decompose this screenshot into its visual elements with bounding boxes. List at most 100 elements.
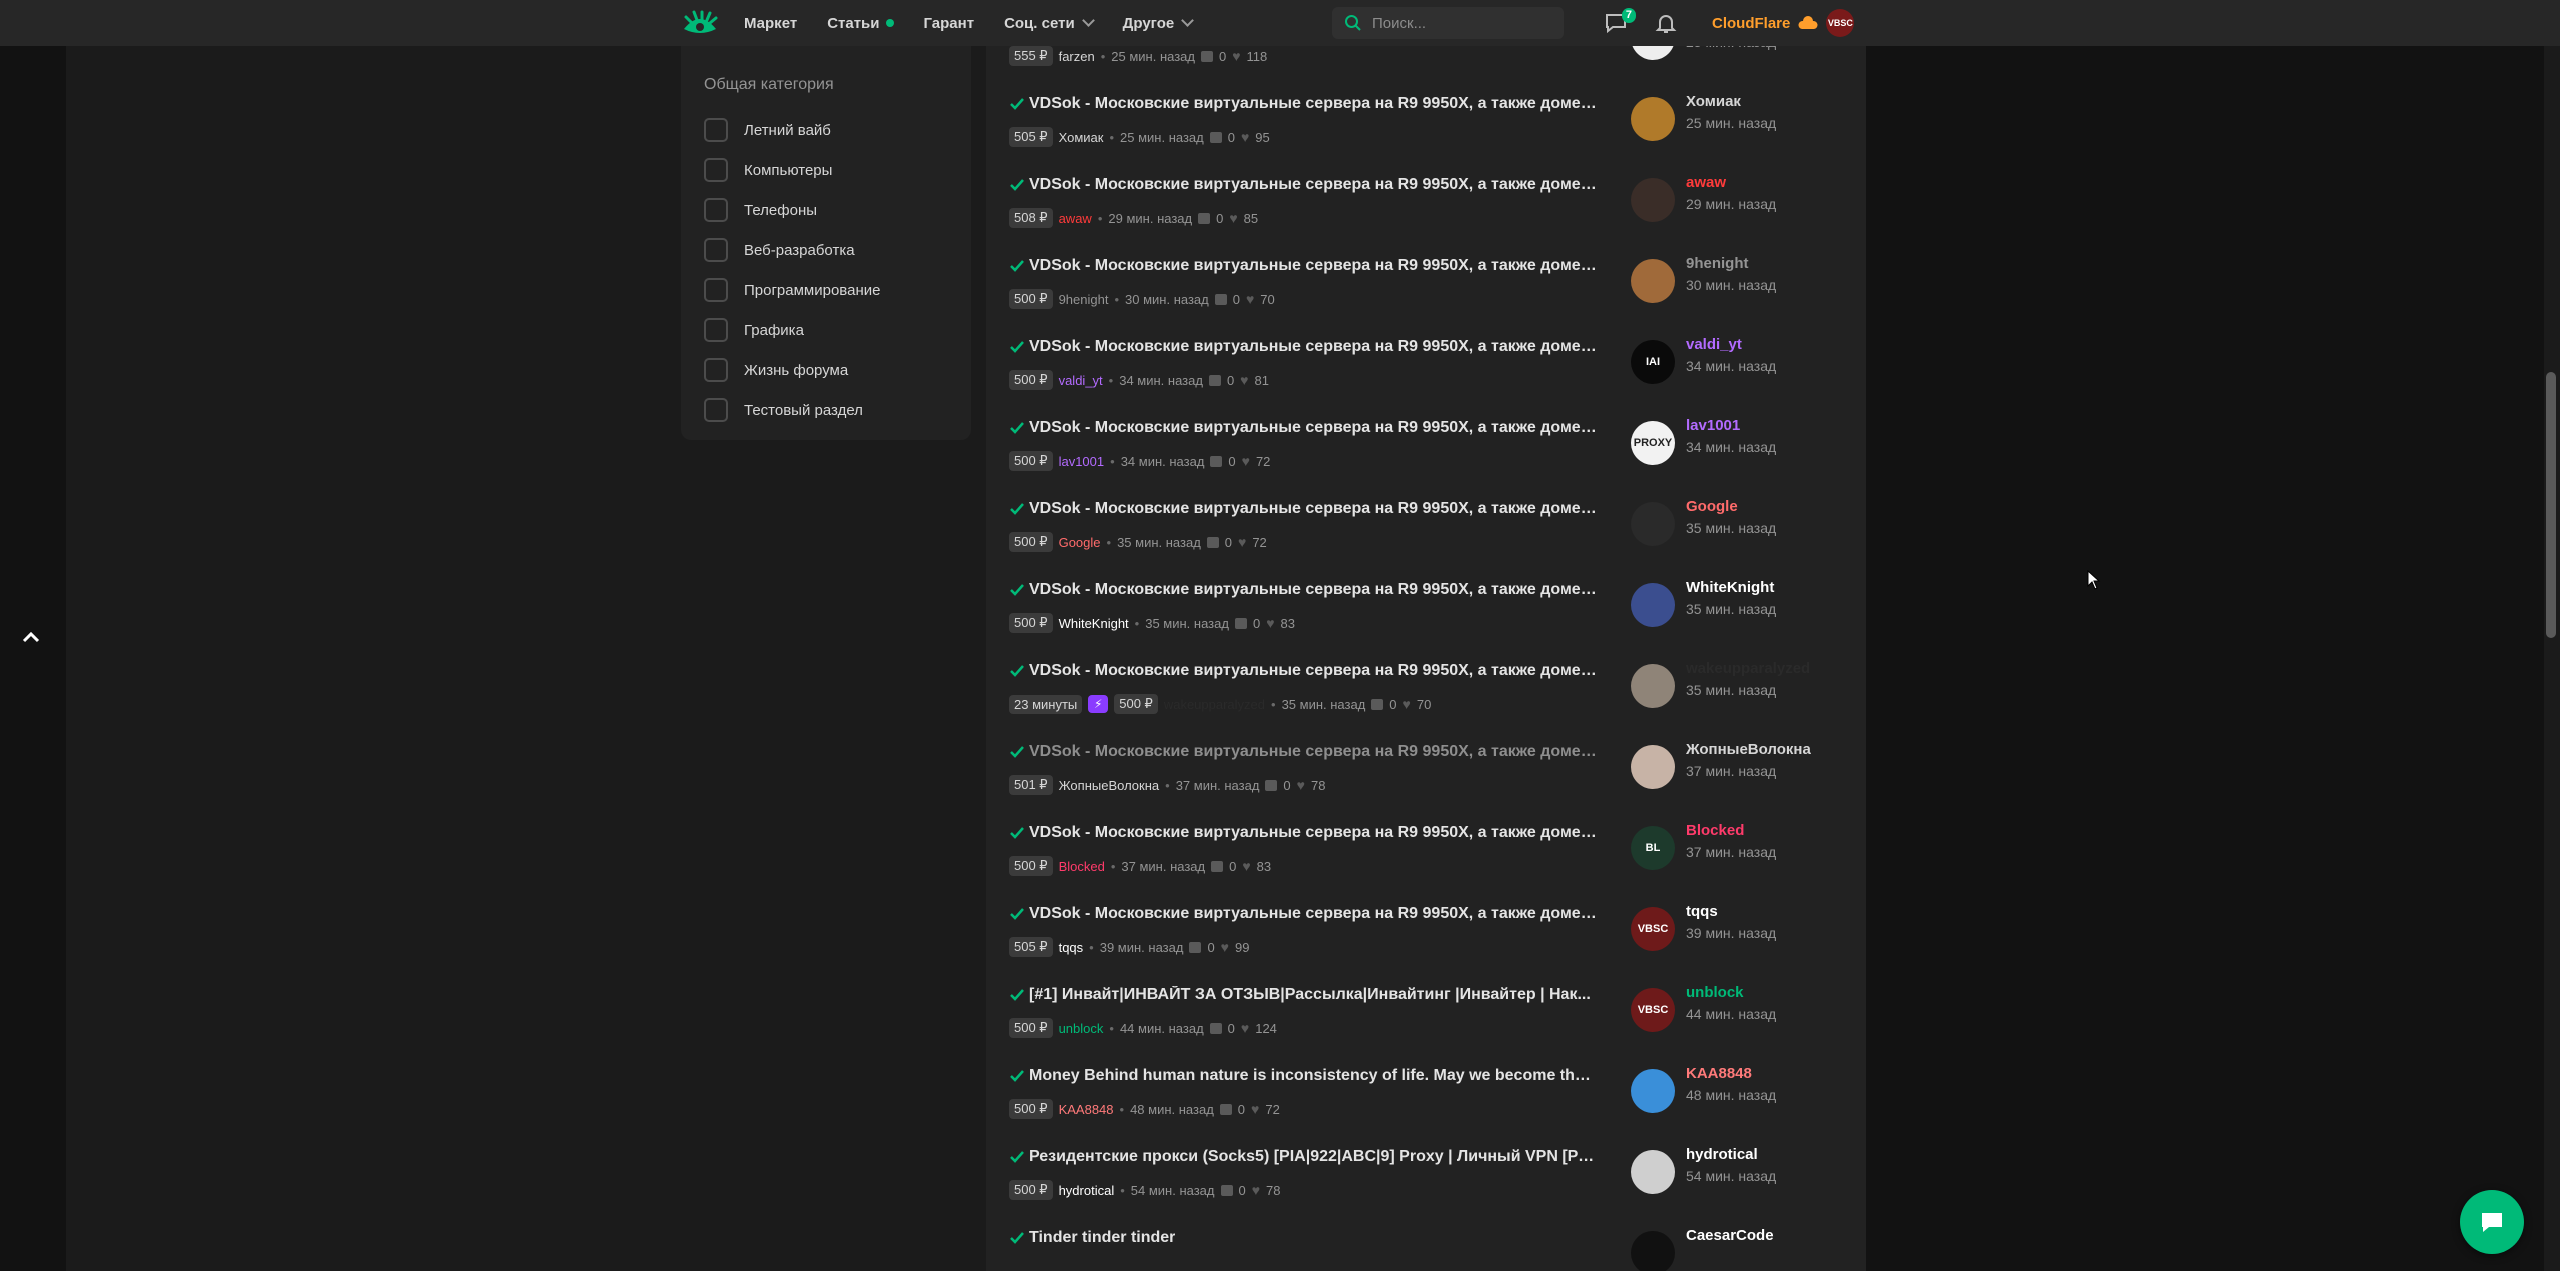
thread-title[interactable]: Tinder tinder tinder xyxy=(1009,1229,1599,1247)
avatar[interactable] xyxy=(1631,178,1675,222)
site-logo-icon[interactable] xyxy=(680,7,720,39)
thread-title[interactable]: VDSok - Московские виртуальные сервера н… xyxy=(1009,338,1599,356)
last-poster-name[interactable]: hydrotical xyxy=(1686,1146,1758,1163)
thread-row[interactable]: VDSok - Московские виртуальные сервера н… xyxy=(986,411,1866,492)
avatar[interactable]: VBSC xyxy=(1631,988,1675,1032)
thread-title[interactable]: VDSok - Московские виртуальные сервера н… xyxy=(1009,257,1599,275)
nav-item-1[interactable]: Статьи xyxy=(827,15,894,32)
thread-title[interactable]: VDSok - Московские виртуальные сервера н… xyxy=(1009,419,1599,437)
support-chat-button[interactable] xyxy=(2460,1190,2524,1254)
thread-row[interactable]: VDSok - Московские виртуальные сервера н… xyxy=(986,87,1866,168)
avatar[interactable] xyxy=(1631,1069,1675,1113)
thread-title-text[interactable]: VDSok - Московские виртуальные сервера н… xyxy=(1029,581,1599,599)
last-poster-name[interactable]: WhiteKnight xyxy=(1686,579,1774,596)
thread-title[interactable]: Money Behind human nature is inconsisten… xyxy=(1009,1067,1599,1085)
sidebar-item[interactable]: Компьютеры xyxy=(704,150,948,190)
nav-item-2[interactable]: Гарант xyxy=(924,15,975,32)
search-input[interactable] xyxy=(1372,14,1552,32)
thread-title-text[interactable]: Tinder tinder tinder xyxy=(1029,1229,1175,1247)
thread-author[interactable]: unblock xyxy=(1059,1021,1104,1036)
last-poster-name[interactable]: tqqs xyxy=(1686,903,1718,920)
last-poster-name[interactable]: Blocked xyxy=(1686,822,1744,839)
last-poster-name[interactable]: KAA8848 xyxy=(1686,1065,1752,1082)
avatar[interactable]: PROXY xyxy=(1631,421,1675,465)
avatar[interactable] xyxy=(1631,664,1675,708)
scrollbar-thumb[interactable] xyxy=(2546,372,2556,638)
thread-title[interactable]: VDSok - Московские виртуальные сервера н… xyxy=(1009,905,1599,923)
thread-author[interactable]: tqqs xyxy=(1059,940,1084,955)
thread-row[interactable]: VDSok - Московские виртуальные сервера н… xyxy=(986,249,1866,330)
notifications-button[interactable] xyxy=(1654,11,1678,35)
avatar[interactable]: VBSC xyxy=(1826,9,1855,37)
thread-title-text[interactable]: Резидентские прокси (Socks5) [PIA|922|AB… xyxy=(1029,1148,1599,1166)
thread-author[interactable]: KAA8848 xyxy=(1059,1102,1114,1117)
thread-title-text[interactable]: VDSok - Московские виртуальные сервера н… xyxy=(1029,95,1599,113)
avatar[interactable]: BL xyxy=(1631,826,1675,870)
thread-title[interactable]: Резидентские прокси (Socks5) [PIA|922|AB… xyxy=(1009,1148,1599,1166)
thread-title[interactable]: VDSok - Московские виртуальные сервера н… xyxy=(1009,743,1599,761)
thread-row[interactable]: Tinder tinder tinder CaesarCode xyxy=(986,1221,1866,1271)
thread-author[interactable]: 9henight xyxy=(1059,292,1109,307)
avatar[interactable] xyxy=(1631,259,1675,303)
avatar[interactable] xyxy=(1631,583,1675,627)
thread-row[interactable]: VDSok - Московские виртуальные сервера н… xyxy=(986,816,1866,897)
user-menu[interactable]: CloudFlare VBSC xyxy=(1712,9,1855,37)
last-poster-name[interactable]: Google xyxy=(1686,498,1738,515)
thread-title[interactable]: [#1] Инвайт|ИНВАЙТ ЗА ОТЗЫВ|Рассылка|Инв… xyxy=(1009,986,1599,1004)
last-poster-name[interactable]: lav1001 xyxy=(1686,417,1740,434)
thread-title[interactable]: VDSok - Московские виртуальные сервера н… xyxy=(1009,95,1599,113)
thread-row[interactable]: VDSok - Московские виртуальные сервера н… xyxy=(986,573,1866,654)
thread-author[interactable]: hydrotical xyxy=(1059,1183,1115,1198)
thread-author[interactable]: valdi_yt xyxy=(1059,373,1103,388)
nav-item-4[interactable]: Другое xyxy=(1123,14,1195,32)
sidebar-item[interactable]: Тестовый раздел xyxy=(704,390,948,430)
thread-row[interactable]: VDSok - Московские виртуальные сервера н… xyxy=(986,735,1866,816)
last-poster-name[interactable]: wakeupparalyzed xyxy=(1686,660,1810,677)
thread-title-text[interactable]: VDSok - Московские виртуальные сервера н… xyxy=(1029,419,1599,437)
search-box[interactable] xyxy=(1332,7,1564,39)
thread-row[interactable]: Money Behind human nature is inconsisten… xyxy=(986,1059,1866,1140)
thread-title-text[interactable]: [#1] Инвайт|ИНВАЙТ ЗА ОТЗЫВ|Рассылка|Инв… xyxy=(1029,986,1591,1004)
thread-title-text[interactable]: VDSok - Московские виртуальные сервера н… xyxy=(1029,905,1599,923)
thread-title-text[interactable]: VDSok - Московские виртуальные сервера н… xyxy=(1029,500,1599,518)
thread-title-text[interactable]: VDSok - Московские виртуальные сервера н… xyxy=(1029,257,1599,275)
last-poster-name[interactable]: Хомиак xyxy=(1686,93,1741,110)
thread-row[interactable]: Резидентские прокси (Socks5) [PIA|922|AB… xyxy=(986,1140,1866,1221)
last-poster-name[interactable]: valdi_yt xyxy=(1686,336,1742,353)
thread-title[interactable]: VDSok - Московские виртуальные сервера н… xyxy=(1009,824,1599,842)
avatar[interactable] xyxy=(1631,97,1675,141)
thread-author[interactable]: Хомиак xyxy=(1059,130,1104,145)
last-poster-name[interactable]: unblock xyxy=(1686,984,1744,1001)
thread-author[interactable]: Google xyxy=(1059,535,1101,550)
thread-author[interactable]: WhiteKnight xyxy=(1059,616,1129,631)
avatar[interactable] xyxy=(1631,745,1675,789)
thread-title-text[interactable]: VDSok - Московские виртуальные сервера н… xyxy=(1029,338,1599,356)
nav-item-0[interactable]: Маркет xyxy=(744,15,797,32)
last-poster-name[interactable]: awaw xyxy=(1686,174,1726,191)
thread-row[interactable]: [#1] Инвайт|ИНВАЙТ ЗА ОТЗЫВ|Рассылка|Инв… xyxy=(986,978,1866,1059)
thread-title-text[interactable]: VDSok - Московские виртуальные сервера н… xyxy=(1029,176,1599,194)
thread-row[interactable]: VDSok - Московские виртуальные сервера н… xyxy=(986,897,1866,978)
thread-row[interactable]: VDSok - Московские виртуальные сервера н… xyxy=(986,168,1866,249)
sidebar-item[interactable]: Телефоны xyxy=(704,190,948,230)
thread-title-text[interactable]: VDSok - Московские виртуальные сервера н… xyxy=(1029,743,1599,761)
thread-row[interactable]: VDSok - Московские виртуальные сервера н… xyxy=(986,492,1866,573)
thread-title[interactable]: VDSok - Московские виртуальные сервера н… xyxy=(1009,662,1599,680)
thread-title-text[interactable]: VDSok - Московские виртуальные сервера н… xyxy=(1029,824,1599,842)
avatar[interactable]: VBSC xyxy=(1631,907,1675,951)
thread-author[interactable]: farzen xyxy=(1059,49,1095,64)
sidebar-item[interactable]: Программирование xyxy=(704,270,948,310)
thread-title-text[interactable]: Money Behind human nature is inconsisten… xyxy=(1029,1067,1599,1085)
scroll-top-button[interactable] xyxy=(16,622,46,652)
thread-author[interactable]: ЖопныеВолокна xyxy=(1059,778,1160,793)
thread-row[interactable]: VDSok - Московские виртуальные сервера н… xyxy=(986,330,1866,411)
avatar[interactable] xyxy=(1631,1231,1675,1271)
thread-row[interactable]: VDSok - Московские виртуальные сервера н… xyxy=(986,654,1866,735)
thread-author[interactable]: awaw xyxy=(1059,211,1092,226)
thread-title[interactable]: VDSok - Московские виртуальные сервера н… xyxy=(1009,581,1599,599)
nav-item-3[interactable]: Соц. сети xyxy=(1004,14,1095,32)
avatar[interactable] xyxy=(1631,1150,1675,1194)
thread-author[interactable]: wakeupparalyzed xyxy=(1164,697,1265,712)
avatar[interactable] xyxy=(1631,502,1675,546)
sidebar-item[interactable]: Жизнь форума xyxy=(704,350,948,390)
